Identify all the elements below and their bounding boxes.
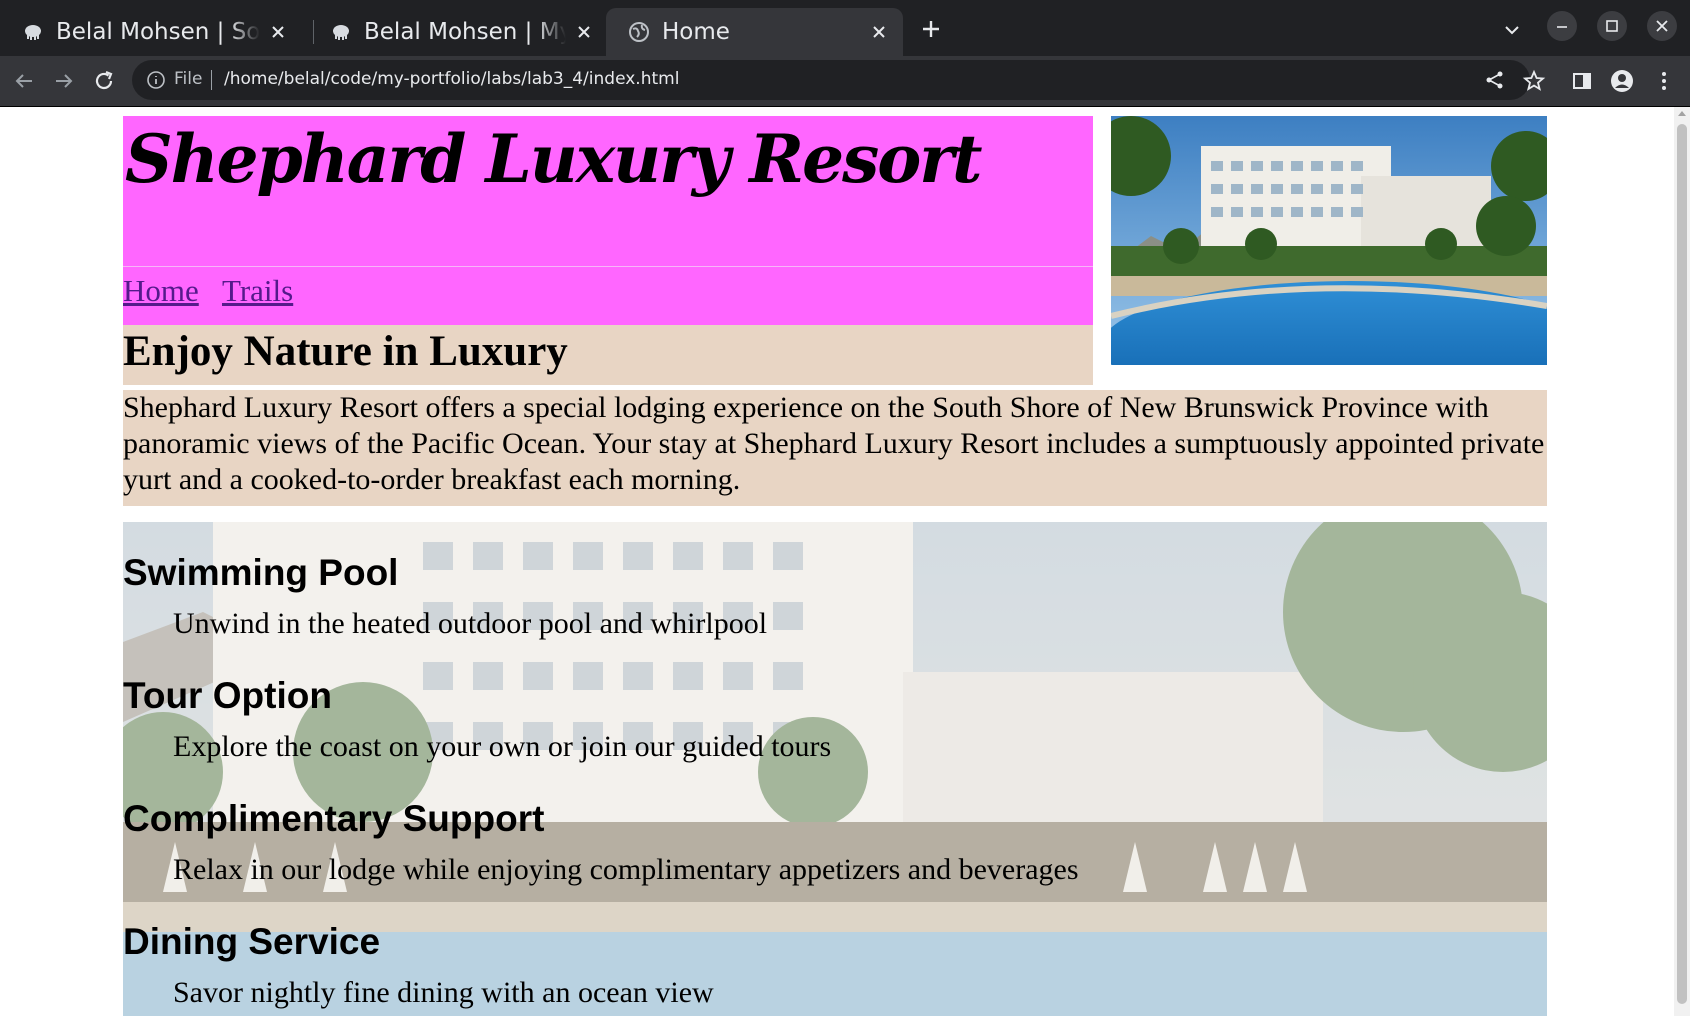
intro-heading: Enjoy Nature in Luxury (123, 328, 568, 375)
amenity-title: Swimming Pool (123, 552, 399, 593)
chevron-down-icon[interactable] (1502, 20, 1522, 40)
amenity-title: Dining Service (123, 921, 381, 962)
side-panel-icon[interactable] (1570, 69, 1594, 93)
amenities-section: Swimming Pool Unwind in the heated outdo… (123, 522, 1547, 1016)
close-icon (1656, 20, 1668, 32)
bookmark-star-icon[interactable] (1522, 69, 1546, 93)
tab-title: Home (662, 19, 730, 45)
resort-pool-image (1111, 116, 1547, 365)
tab-labs[interactable]: Belal Mohsen | My Labs (308, 8, 608, 56)
globe-icon (629, 22, 649, 42)
close-tab-icon[interactable] (869, 22, 889, 42)
url-scheme-label: File (174, 69, 203, 89)
cloud-favicon-icon (333, 25, 349, 40)
amenity-description: Relax in our lodge while enjoying compli… (173, 853, 1079, 886)
amenity-title: Tour Option (123, 675, 332, 716)
new-tab-icon[interactable] (919, 17, 943, 41)
tab-title: Belal Mohsen | Software Engineer (56, 19, 260, 45)
scroll-up-arrow-icon[interactable] (1678, 111, 1686, 116)
site-header: Shephard Luxury Resort (123, 116, 1093, 266)
maximize-button[interactable] (1597, 11, 1627, 41)
close-tab-icon[interactable] (574, 22, 594, 42)
tab-title: Belal Mohsen | My Labs (364, 19, 566, 45)
address-bar[interactable]: File /home/belal/code/my-portfolio/labs/… (132, 60, 1530, 100)
amenity-description: Unwind in the heated outdoor pool and wh… (173, 607, 768, 640)
scrollbar-thumb[interactable] (1677, 124, 1687, 1004)
minimize-icon (1557, 26, 1567, 28)
amenity-description: Savor nightly fine dining with an ocean … (173, 976, 714, 1009)
close-tab-icon[interactable] (268, 22, 288, 42)
forward-arrow-icon[interactable] (52, 69, 76, 93)
nav-link-trails[interactable]: Trails (222, 273, 293, 309)
scheme-divider (211, 70, 212, 90)
more-menu-icon[interactable] (1652, 69, 1676, 93)
page-scrollbar[interactable] (1674, 107, 1690, 1016)
url-text[interactable]: /home/belal/code/my-portfolio/labs/lab3_… (224, 69, 679, 89)
profile-avatar-icon[interactable] (1610, 69, 1634, 93)
nav-link-home[interactable]: Home (123, 273, 199, 309)
main-nav: Home Trails (123, 266, 1093, 325)
back-arrow-icon[interactable] (12, 69, 36, 93)
intro-section: Shephard Luxury Resort offers a special … (123, 390, 1547, 506)
resort-photo (1111, 116, 1547, 365)
close-window-button[interactable] (1647, 11, 1677, 41)
cloud-favicon-icon (25, 25, 41, 40)
amenity-description: Explore the coast on your own or join ou… (173, 730, 832, 763)
intro-banner: Enjoy Nature in Luxury (123, 325, 1093, 385)
maximize-icon (1606, 20, 1618, 32)
amenity-title: Complimentary Support (123, 798, 545, 839)
reload-icon[interactable] (92, 69, 116, 93)
minimize-button[interactable] (1547, 11, 1577, 41)
page-viewport: Shephard Luxury Resort Home Trails Enjoy… (0, 107, 1674, 1016)
tab-portfolio[interactable]: Belal Mohsen | Software Engineer (0, 8, 302, 56)
intro-paragraph: Shephard Luxury Resort offers a special … (123, 391, 1545, 496)
site-title: Shephard Luxury Resort (125, 120, 983, 198)
browser-toolbar: File /home/belal/code/my-portfolio/labs/… (0, 56, 1690, 107)
tab-home[interactable]: Home (606, 8, 903, 56)
tab-strip: Belal Mohsen | Software Engineer Belal M… (0, 0, 1690, 56)
info-icon[interactable] (146, 70, 166, 90)
share-icon[interactable] (1484, 69, 1506, 91)
